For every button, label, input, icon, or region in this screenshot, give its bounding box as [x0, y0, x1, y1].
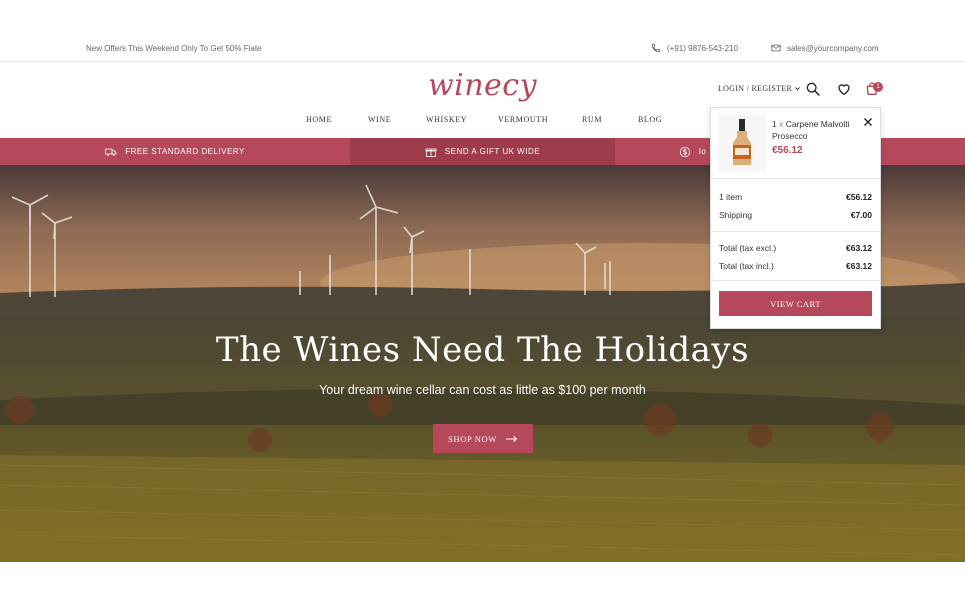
close-icon[interactable]: [863, 117, 873, 127]
heart-icon[interactable]: [836, 81, 852, 97]
benefit-free-delivery: FREE STANDARD DELIVERY: [0, 138, 350, 165]
nav-item-vermouth[interactable]: VERMOUTH: [498, 115, 548, 124]
email-address: sales@yourcompany.com: [787, 43, 879, 53]
chevron-down-icon: [795, 87, 801, 91]
summary-label: Shipping: [719, 210, 753, 220]
benefit-label: FREE STANDARD DELIVERY: [125, 147, 245, 156]
phone-icon: [651, 43, 661, 53]
cart-item-qty: 1: [772, 119, 777, 129]
cart-item-qty-sep: x: [779, 119, 784, 129]
offer-text: New Offers This Weekend Only To Get 50% …: [86, 44, 262, 53]
summary-label: 1 item: [719, 192, 743, 202]
cart-item-price: €56.12: [772, 145, 803, 156]
summary-value: €7.00: [850, 210, 872, 220]
dollar-icon: [679, 146, 691, 157]
cart-item-name[interactable]: Carpene Malvolti Prosecco: [772, 119, 850, 141]
divider: [711, 231, 880, 232]
arrow-right-icon: [505, 435, 517, 442]
product-thumbnail[interactable]: [718, 115, 766, 171]
summary-row-items: 1 item €56.12: [719, 192, 872, 202]
nav-item-whiskey[interactable]: WHISKEY: [426, 115, 467, 124]
phone-contact[interactable]: (+91) 9876-543-210: [651, 43, 738, 53]
search-icon[interactable]: [805, 81, 821, 97]
benefit-label: SEND A GIFT UK WIDE: [444, 147, 541, 156]
gift-icon: [425, 148, 437, 157]
divider: [711, 280, 880, 281]
summary-row-shipping: Shipping €7.00: [719, 210, 872, 220]
total-label: Total (tax incl.): [719, 261, 774, 271]
benefit-send-gift: SEND A GIFT UK WIDE: [350, 138, 615, 165]
truck-icon: [105, 148, 117, 156]
nav-item-wine[interactable]: WINE: [368, 115, 391, 124]
benefit-label: lo: [699, 147, 707, 156]
login-register-link[interactable]: LOGIN / REGISTER: [718, 84, 801, 93]
total-row-excl: Total (tax excl.) €63.12: [719, 243, 872, 253]
nav-item-blog[interactable]: BLOG: [638, 115, 662, 124]
total-label: Total (tax excl.): [719, 243, 777, 253]
account-label: LOGIN / REGISTER: [718, 84, 793, 93]
shop-now-label: SHOP NOW: [448, 433, 497, 444]
cart-dropdown: 1 x Carpene Malvolti Prosecco €56.12 1 i…: [710, 107, 881, 329]
nav-item-home[interactable]: HOME: [306, 115, 332, 124]
total-value: €63.12: [846, 243, 872, 253]
hero-title: The Wines Need The Holidays: [215, 330, 750, 370]
shop-now-button[interactable]: SHOP NOW: [433, 424, 533, 453]
total-value: €63.12: [846, 261, 872, 271]
hero-subtitle: Your dream wine cellar can cost as littl…: [319, 383, 646, 397]
total-row-incl: Total (tax incl.) €63.12: [719, 261, 872, 271]
nav-item-rum[interactable]: RUM: [582, 115, 602, 124]
divider: [711, 178, 880, 179]
main-nav: HOME WINE WHISKEY VERMOUTH RUM BLOG: [0, 115, 700, 127]
cart-item-line: 1 x Carpene Malvolti Prosecco: [772, 118, 860, 142]
email-contact[interactable]: sales@yourcompany.com: [771, 43, 879, 53]
top-bar: New Offers This Weekend Only To Get 50% …: [0, 36, 965, 62]
view-cart-button[interactable]: VIEW CART: [719, 291, 872, 316]
mail-icon: [771, 44, 781, 52]
phone-number: (+91) 9876-543-210: [667, 43, 738, 53]
cart-count-badge: 1: [873, 82, 883, 92]
summary-value: €56.12: [846, 192, 872, 202]
bottle-image: [733, 119, 751, 165]
benefit-price: lo: [615, 138, 715, 165]
